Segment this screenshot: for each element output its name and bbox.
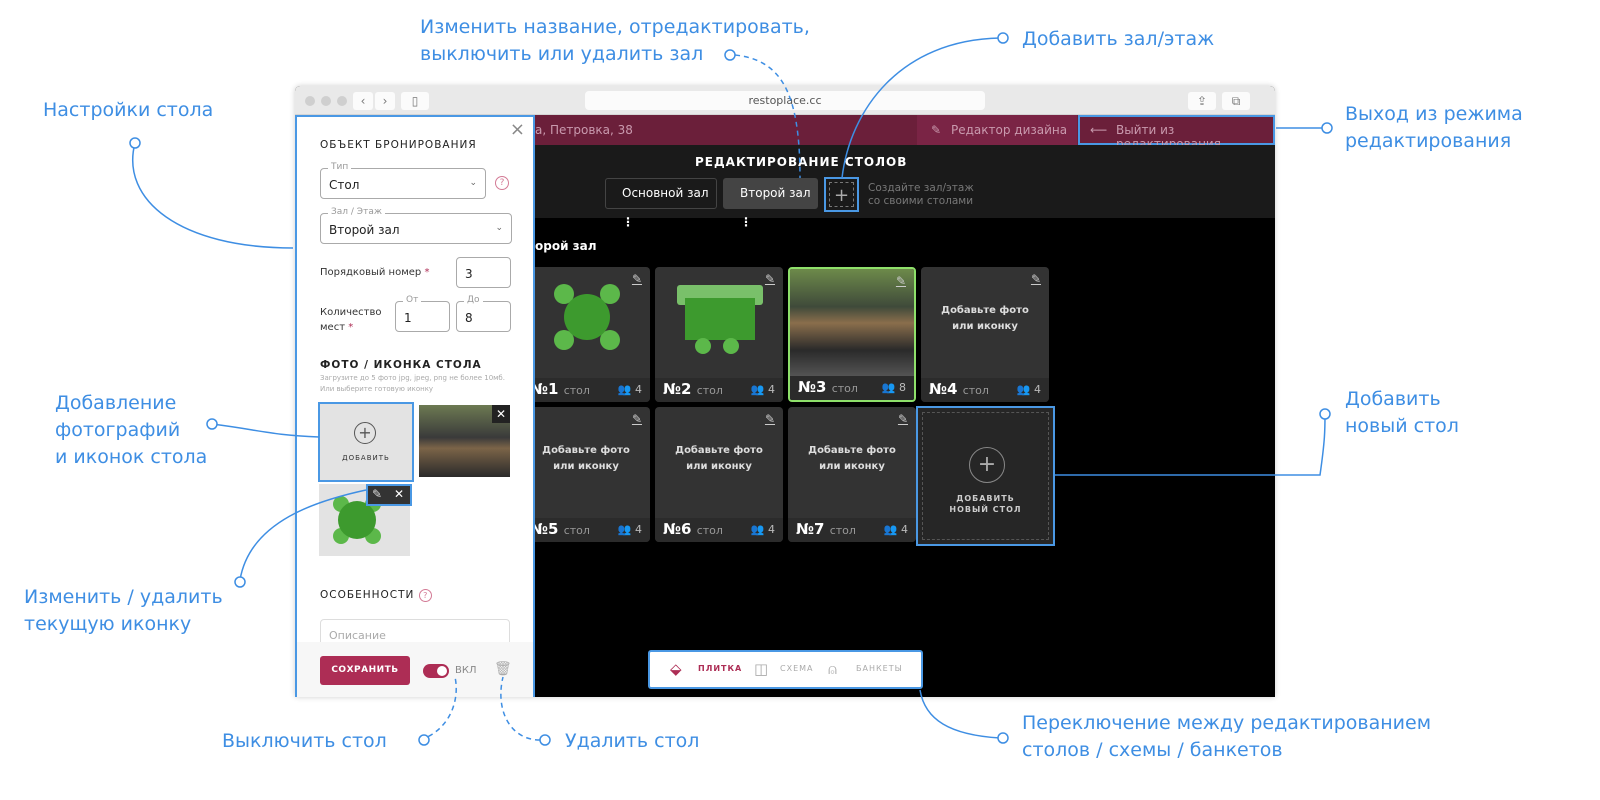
annotation-disable-table: Выключить стол: [222, 730, 387, 752]
annotation-table-settings: Настройки стола: [43, 99, 214, 121]
annotation-rename-hall: Изменить название, отредактировать, выклю…: [420, 16, 810, 65]
annotation-switch-modes: Переключение между редактированием столов…: [1022, 712, 1432, 761]
annotation-add-table: Добавить новый стол: [1345, 388, 1459, 437]
annotation-edit-icon: Изменить / удалить текущую иконку: [24, 586, 223, 635]
annotation-add-photos: Добавление фотографий и иконок стола: [55, 392, 208, 468]
annotation-exit-edit: Выход из режима редактирования: [1345, 103, 1523, 152]
annotation-add-hall: Добавить зал/этаж: [1022, 28, 1215, 50]
annotation-delete-table: Удалить стол: [565, 730, 700, 752]
